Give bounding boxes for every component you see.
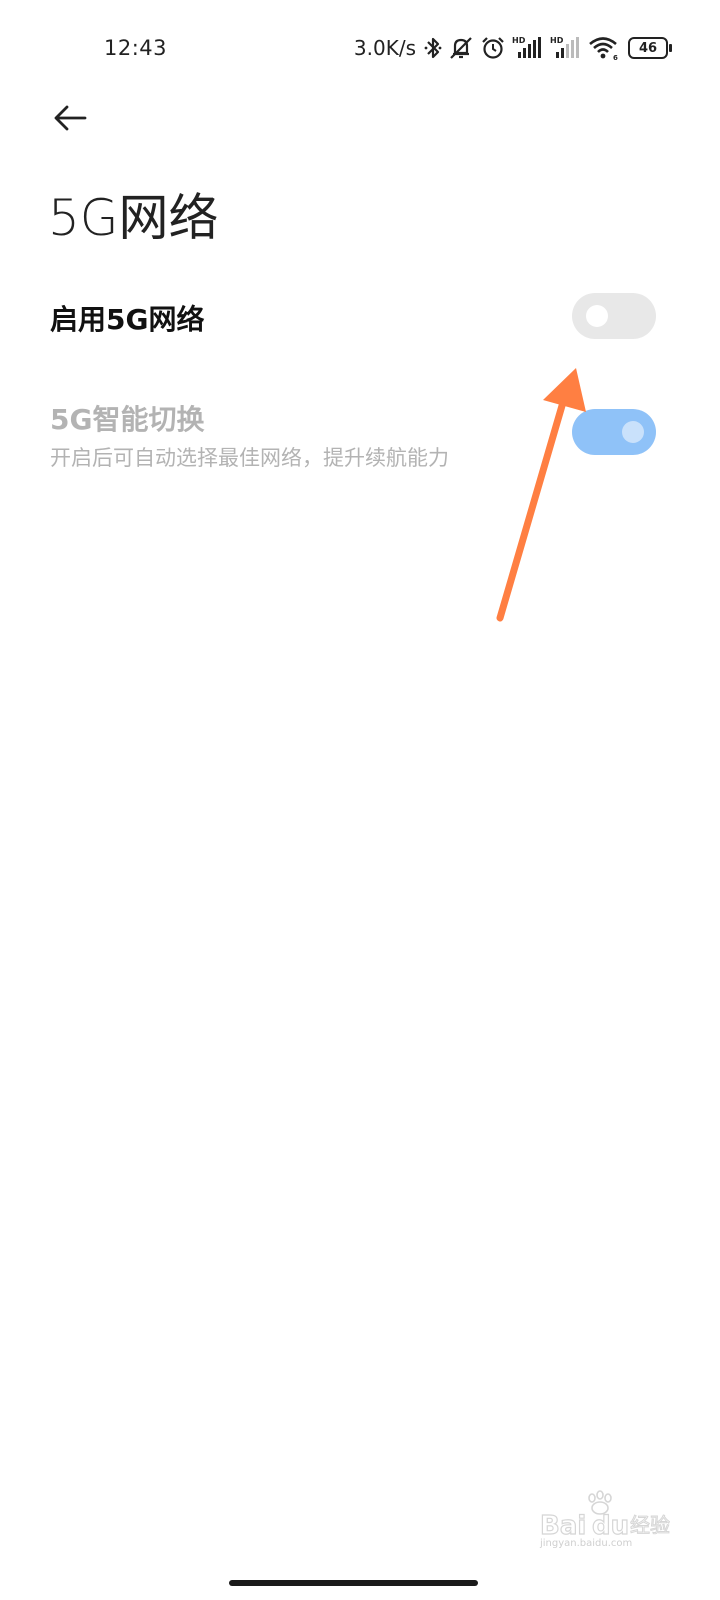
svg-text:du: du [592, 1511, 629, 1541]
annotation-arrow-icon [496, 368, 586, 622]
watermark-url: jingyan.baidu.com [540, 1538, 633, 1549]
home-indicator[interactable] [229, 1580, 478, 1586]
baidu-watermark: Bai du 经验 jingyan.baidu.com [539, 1490, 671, 1550]
svg-text:经验: 经验 [630, 1513, 670, 1537]
svg-text:Bai: Bai [540, 1511, 586, 1541]
